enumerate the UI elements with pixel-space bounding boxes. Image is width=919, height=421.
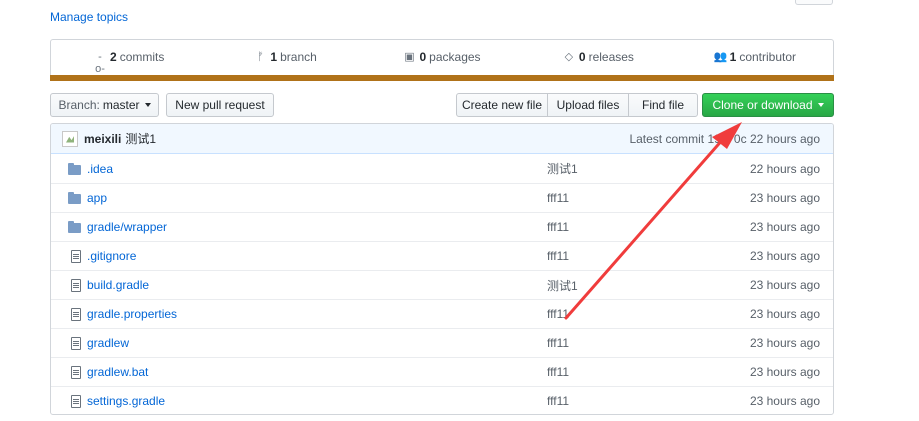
language-bar[interactable] — [50, 75, 834, 81]
branches-number: 1 — [270, 50, 278, 64]
commit-author-link[interactable]: meixili — [84, 132, 121, 146]
releases-count[interactable]: ◇ 0 releases — [520, 40, 676, 80]
new-pull-request-button[interactable]: New pull request — [166, 93, 274, 117]
file-row: gradlew fff11 23 hours ago — [51, 328, 833, 357]
tag-icon: ◇ — [564, 51, 574, 63]
clone-or-download-button[interactable]: Clone or download — [702, 93, 834, 117]
file-name-link[interactable]: .gitignore — [85, 249, 547, 263]
file-icon — [57, 307, 85, 321]
file-age: 23 hours ago — [749, 220, 820, 234]
file-commit-message[interactable]: fff11 — [547, 249, 723, 263]
people-icon: 👥 — [713, 51, 728, 63]
file-age: 23 hours ago — [749, 394, 820, 408]
file-navigation-toolbar: Branch: master New pull request Create n… — [50, 93, 834, 117]
branch-select-button[interactable]: Branch: master — [50, 93, 159, 117]
commit-message-link[interactable]: 测试1 — [125, 130, 156, 147]
file-age: 23 hours ago — [749, 365, 820, 379]
file-icon — [57, 278, 85, 292]
file-name-link[interactable]: app — [85, 191, 547, 205]
file-list: meixili 测试1 Latest commit 19ff70c 22 hou… — [50, 123, 834, 415]
file-row: gradle/wrapper fff11 23 hours ago — [51, 212, 833, 241]
numbers-summary: -o- 2 commits ᚠ 1 branch ▣ 0 packages ◇ … — [50, 39, 834, 81]
file-age: 22 hours ago — [749, 161, 820, 176]
file-row: build.gradle 测试1 23 hours ago — [51, 270, 833, 299]
branch-value: master — [102, 98, 140, 112]
file-commit-message[interactable]: fff11 — [547, 336, 723, 350]
file-row: gradlew.bat fff11 23 hours ago — [51, 357, 833, 386]
create-new-file-button[interactable]: Create new file — [456, 93, 548, 117]
packages-count[interactable]: ▣ 0 packages — [364, 40, 520, 80]
packages-number: 0 — [419, 50, 427, 64]
contributors-number: 1 — [729, 50, 737, 64]
file-commit-message[interactable]: 测试1 — [547, 160, 723, 177]
folder-icon — [57, 221, 85, 233]
contributors-count[interactable]: 👥 1 contributor — [677, 40, 833, 80]
contributors-label: contributor — [739, 50, 797, 64]
file-name-link[interactable]: .idea — [85, 162, 547, 176]
file-actions-group: Create new file Upload files Find file — [456, 93, 698, 117]
releases-label: releases — [588, 50, 634, 64]
file-icon — [57, 365, 85, 379]
file-row: gradle.properties fff11 23 hours ago — [51, 299, 833, 328]
file-row: .gitignore fff11 23 hours ago — [51, 241, 833, 270]
avatar[interactable] — [62, 130, 78, 147]
folder-icon — [57, 162, 85, 175]
clone-or-download-label: Clone or download — [712, 98, 813, 112]
file-name-link[interactable]: build.gradle — [85, 278, 547, 292]
manage-topics-link[interactable]: Manage topics — [50, 10, 128, 24]
file-name-link[interactable]: gradle.properties — [85, 307, 547, 321]
branches-label: branch — [280, 50, 317, 64]
file-commit-message[interactable]: fff11 — [547, 191, 723, 205]
latest-commit-info[interactable]: Latest commit 19ff70c 22 hours ago — [629, 132, 820, 146]
file-commit-message[interactable]: fff11 — [547, 394, 723, 408]
file-row: app fff11 23 hours ago — [51, 183, 833, 212]
file-name-link[interactable]: gradle/wrapper — [85, 220, 547, 234]
commits-label: commits — [119, 50, 165, 64]
file-age: 23 hours ago — [749, 249, 820, 263]
file-age: 23 hours ago — [749, 336, 820, 350]
file-icon — [57, 249, 85, 263]
packages-label: packages — [429, 50, 481, 64]
file-row: settings.gradle fff11 23 hours ago — [51, 386, 833, 414]
file-age: 23 hours ago — [749, 307, 820, 321]
file-icon — [57, 394, 85, 408]
latest-commit-bar: meixili 测试1 Latest commit 19ff70c 22 hou… — [51, 124, 833, 154]
branch-icon: ᚠ — [257, 51, 264, 63]
folder-icon — [57, 192, 85, 204]
commits-count[interactable]: -o- 2 commits — [51, 40, 207, 80]
branch-label: Branch: — [58, 98, 100, 112]
upload-files-button[interactable]: Upload files — [547, 93, 629, 117]
file-name-link[interactable]: settings.gradle — [85, 394, 547, 408]
file-name-link[interactable]: gradlew.bat — [85, 365, 547, 379]
branches-count[interactable]: ᚠ 1 branch — [207, 40, 363, 80]
file-icon — [57, 336, 85, 350]
package-icon: ▣ — [404, 51, 415, 63]
file-age: 23 hours ago — [749, 278, 820, 292]
file-commit-message[interactable]: fff11 — [547, 365, 723, 379]
file-age: 23 hours ago — [749, 191, 820, 205]
chevron-down-icon — [817, 103, 824, 107]
file-row: .idea 测试1 22 hours ago — [51, 154, 833, 183]
find-file-button[interactable]: Find file — [628, 93, 698, 117]
file-commit-message[interactable]: fff11 — [547, 220, 723, 234]
releases-number: 0 — [578, 50, 586, 64]
file-commit-message[interactable]: 测试1 — [547, 277, 723, 294]
file-name-link[interactable]: gradlew — [85, 336, 547, 350]
file-commit-message[interactable]: fff11 — [547, 307, 723, 321]
commits-number: 2 — [110, 50, 117, 64]
top-right-button[interactable] — [795, 0, 833, 5]
chevron-down-icon — [144, 103, 151, 107]
commit-icon: -o- — [95, 51, 105, 75]
